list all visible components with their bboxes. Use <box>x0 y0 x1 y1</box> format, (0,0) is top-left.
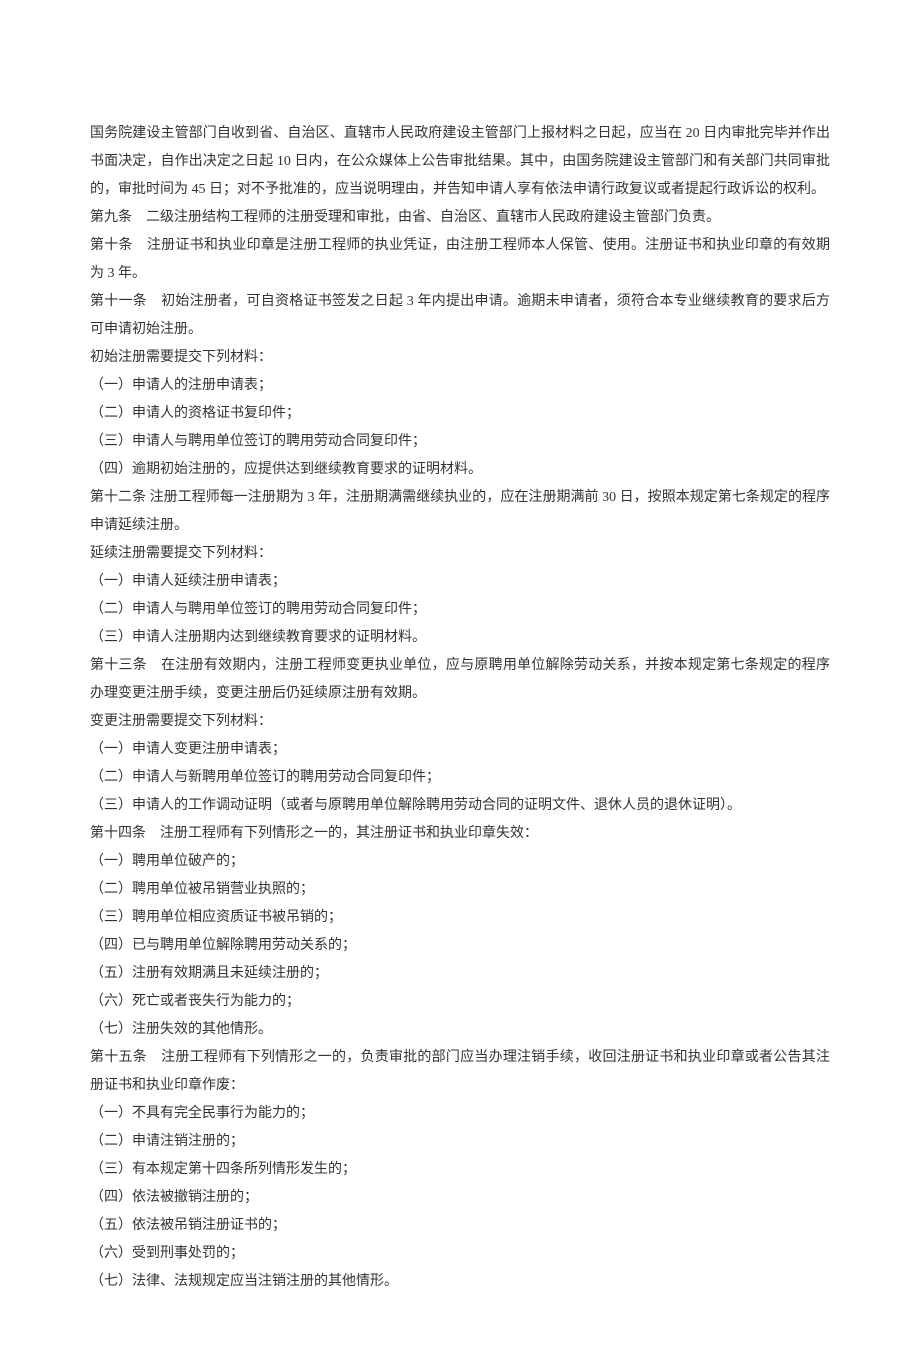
paragraph: （二）申请人与新聘用单位签订的聘用劳动合同复印件； <box>90 764 830 792</box>
paragraph: （五）注册有效期满且未延续注册的； <box>90 960 830 988</box>
paragraph: （五）依法被吊销注册证书的； <box>90 1212 830 1240</box>
paragraph: （一）不具有完全民事行为能力的； <box>90 1100 830 1128</box>
paragraph: （三）申请人注册期内达到继续教育要求的证明材料。 <box>90 624 830 652</box>
paragraph: （三）有本规定第十四条所列情形发生的； <box>90 1156 830 1184</box>
paragraph: （三）聘用单位相应资质证书被吊销的； <box>90 904 830 932</box>
paragraph: （二）申请人与聘用单位签订的聘用劳动合同复印件； <box>90 596 830 624</box>
paragraph: （一）申请人的注册申请表； <box>90 372 830 400</box>
paragraph: 变更注册需要提交下列材料： <box>90 708 830 736</box>
paragraph: （一）聘用单位破产的； <box>90 848 830 876</box>
paragraph: （六）死亡或者丧失行为能力的； <box>90 988 830 1016</box>
paragraph: 第十四条 注册工程师有下列情形之一的，其注册证书和执业印章失效： <box>90 820 830 848</box>
paragraph: 第十二条 注册工程师每一注册期为 3 年，注册期满需继续执业的，应在注册期满前 … <box>90 484 830 540</box>
paragraph: （二）申请注销注册的； <box>90 1128 830 1156</box>
paragraph: （二）聘用单位被吊销营业执照的； <box>90 876 830 904</box>
paragraph: （六）受到刑事处罚的； <box>90 1240 830 1268</box>
paragraph: （四）已与聘用单位解除聘用劳动关系的； <box>90 932 830 960</box>
paragraph: （三）申请人与聘用单位签订的聘用劳动合同复印件； <box>90 428 830 456</box>
paragraph: 第十五条 注册工程师有下列情形之一的，负责审批的部门应当办理注销手续，收回注册证… <box>90 1044 830 1100</box>
paragraph: （四）依法被撤销注册的； <box>90 1184 830 1212</box>
paragraph: （二）申请人的资格证书复印件； <box>90 400 830 428</box>
paragraph: （三）申请人的工作调动证明（或者与原聘用单位解除聘用劳动合同的证明文件、退休人员… <box>90 792 830 820</box>
paragraph: 第十三条 在注册有效期内，注册工程师变更执业单位，应与原聘用单位解除劳动关系，并… <box>90 652 830 708</box>
paragraph: （七）法律、法规规定应当注销注册的其他情形。 <box>90 1268 830 1296</box>
paragraph: 第九条 二级注册结构工程师的注册受理和审批，由省、自治区、直辖市人民政府建设主管… <box>90 204 830 232</box>
paragraph: （一）申请人变更注册申请表； <box>90 736 830 764</box>
paragraph: 延续注册需要提交下列材料： <box>90 540 830 568</box>
paragraph: （七）注册失效的其他情形。 <box>90 1016 830 1044</box>
paragraph: （四）逾期初始注册的，应提供达到继续教育要求的证明材料。 <box>90 456 830 484</box>
paragraph: 第十条 注册证书和执业印章是注册工程师的执业凭证，由注册工程师本人保管、使用。注… <box>90 232 830 288</box>
paragraph: 初始注册需要提交下列材料： <box>90 344 830 372</box>
document-body: 国务院建设主管部门自收到省、自治区、直辖市人民政府建设主管部门上报材料之日起，应… <box>90 120 830 1296</box>
paragraph: 国务院建设主管部门自收到省、自治区、直辖市人民政府建设主管部门上报材料之日起，应… <box>90 120 830 204</box>
paragraph: （一）申请人延续注册申请表； <box>90 568 830 596</box>
paragraph: 第十一条 初始注册者，可自资格证书签发之日起 3 年内提出申请。逾期未申请者，须… <box>90 288 830 344</box>
